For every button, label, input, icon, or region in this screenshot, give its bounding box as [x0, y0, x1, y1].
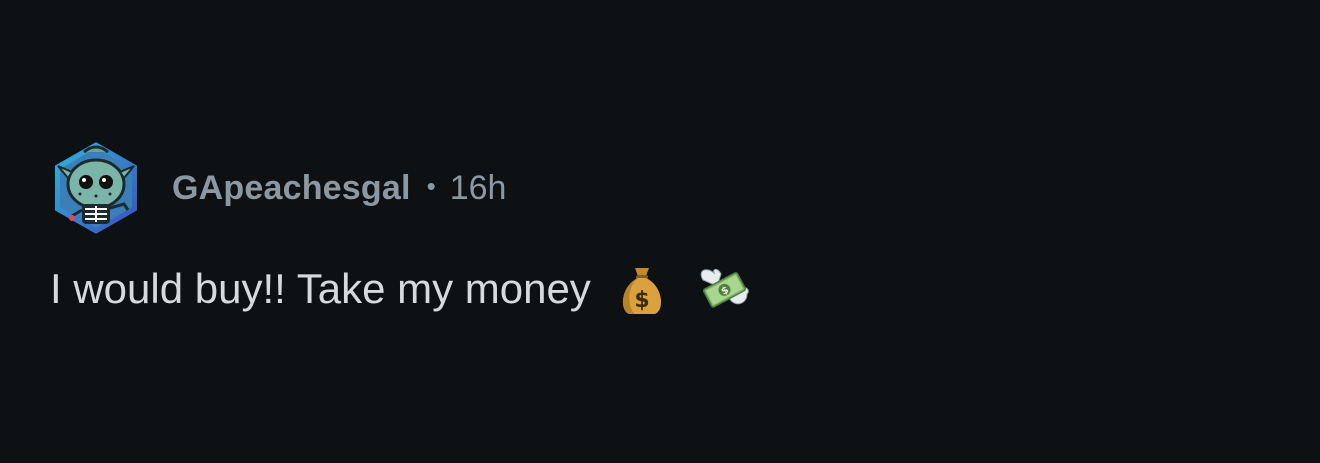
alien-avatar-icon: [53, 139, 139, 237]
timestamp[interactable]: 16h: [450, 169, 507, 208]
user-avatar[interactable]: [50, 138, 142, 238]
comment-header: GApeachesgal • 16h: [50, 138, 1270, 238]
separator-dot: •: [426, 170, 436, 201]
money-with-wings-icon: $: [695, 260, 753, 318]
comment-text: I would buy!! Take my money: [50, 265, 591, 312]
svg-text:$: $: [634, 288, 649, 313]
money-bag-icon: $: [613, 260, 671, 318]
username[interactable]: GApeachesgal: [172, 169, 411, 208]
comment: GApeachesgal • 16h I would buy!! Take my…: [50, 138, 1270, 318]
comment-body: I would buy!! Take my money $ $: [50, 260, 1270, 318]
